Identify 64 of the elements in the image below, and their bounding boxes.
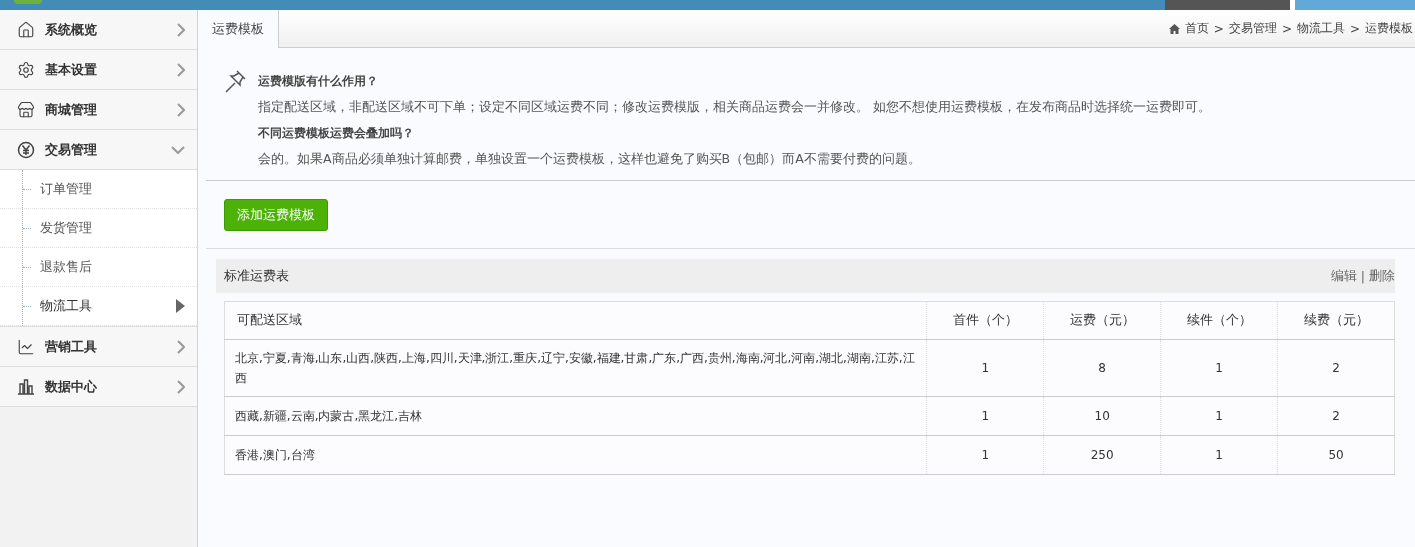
table-cell: 2 (1277, 396, 1395, 436)
breadcrumb-link[interactable]: 物流工具 (1296, 20, 1345, 37)
panel-title: 标准运费表 (224, 267, 290, 285)
column-header: 运费（元） (1043, 301, 1161, 340)
action-link[interactable]: 编辑 (1330, 267, 1357, 285)
header-tab[interactable] (1295, 0, 1415, 10)
breadcrumb-separator: > (1349, 21, 1360, 36)
menu-item[interactable]: 商城管理 (0, 90, 197, 130)
column-header: 可配送区域 (224, 301, 927, 340)
breadcrumb-separator: > (1213, 21, 1224, 36)
menu-item[interactable]: 系统概览 (0, 10, 197, 50)
table-cell: 10 (1043, 396, 1161, 436)
chevron-right-icon (177, 62, 185, 77)
table-cell: 50 (1277, 435, 1395, 475)
action-separator: | (1360, 268, 1365, 284)
bar-chart-icon (17, 377, 35, 396)
caret-icon (176, 299, 185, 313)
help-question: 不同运费模板运费会叠加吗？ (258, 125, 415, 142)
chevron-right-icon (177, 22, 185, 37)
breadcrumb-link[interactable]: 交易管理 (1228, 20, 1277, 37)
chevron-right-icon (177, 102, 185, 117)
table-cell: 香港,澳门,台湾 (224, 435, 927, 475)
table-cell: 1 (926, 339, 1044, 397)
menu-item[interactable]: 基本设置 (0, 50, 197, 90)
table-cell: 1 (926, 435, 1044, 475)
store-icon (17, 100, 35, 119)
yen-icon (17, 140, 35, 159)
action-link[interactable]: 删除 (1369, 267, 1395, 285)
table-cell: 1 (1160, 435, 1278, 475)
table-cell: 1 (926, 396, 1044, 436)
table-cell: 2 (1277, 339, 1395, 397)
pushpin-icon (224, 68, 248, 94)
help-question: 运费模版有什么作用？ (258, 73, 379, 90)
home-icon (17, 20, 35, 39)
chevron-down-icon (171, 145, 185, 154)
menu-item[interactable]: 营销工具 (0, 327, 197, 367)
table-cell: 8 (1043, 339, 1161, 397)
breadcrumb-link[interactable]: 运费模板 (1365, 20, 1413, 37)
submenu-item[interactable]: 订单管理 (0, 170, 197, 209)
help-answer: 指定配送区域，非配送区域不可下单；设定不同区域运费不同；修改运费模版，相关商品运费会一并修改。 如您不想使用运费模板，在发布商品时选择统一运费即可。 (258, 98, 1211, 116)
column-header: 首件（个） (926, 301, 1044, 340)
column-header: 续费（元） (1277, 301, 1395, 340)
table-cell: 250 (1043, 435, 1161, 475)
breadcrumb-separator: > (1281, 21, 1292, 36)
menu-item[interactable]: 数据中心 (0, 367, 197, 407)
help-answer: 会的。如果A商品必须单独计算邮费，单独设置一个运费模板，这样也避免了购买B（包邮）而A不需要付费的问题。 (258, 150, 922, 168)
table-cell: 西藏,新疆,云南,内蒙古,黑龙江,吉林 (224, 396, 927, 436)
submenu-item[interactable]: 发货管理 (0, 209, 197, 248)
menu-item[interactable]: 交易管理 (0, 130, 197, 170)
table-cell: 1 (1160, 339, 1278, 397)
chevron-right-icon (177, 339, 185, 354)
tab[interactable]: 运费模板 (198, 10, 279, 48)
line-chart-icon (17, 337, 35, 356)
column-header: 续件（个） (1160, 301, 1278, 340)
submenu-item[interactable]: 物流工具 (0, 287, 197, 326)
table-cell: 北京,宁夏,青海,山东,山西,陕西,上海,四川,天津,浙江,重庆,辽宁,安徽,福建,甘肃,广东,广西,贵州,海南,河北,河南,湖北,湖南,江苏,江西 (224, 339, 927, 397)
settings-icon (17, 60, 35, 79)
breadcrumb-link[interactable]: 首页 (1184, 20, 1209, 37)
table-cell: 1 (1160, 396, 1278, 436)
chevron-right-icon (177, 379, 185, 394)
logo-icon (14, 0, 42, 4)
header-tab[interactable] (1165, 0, 1290, 10)
submenu-item[interactable]: 退款售后 (0, 248, 197, 287)
home-icon (1168, 23, 1180, 34)
